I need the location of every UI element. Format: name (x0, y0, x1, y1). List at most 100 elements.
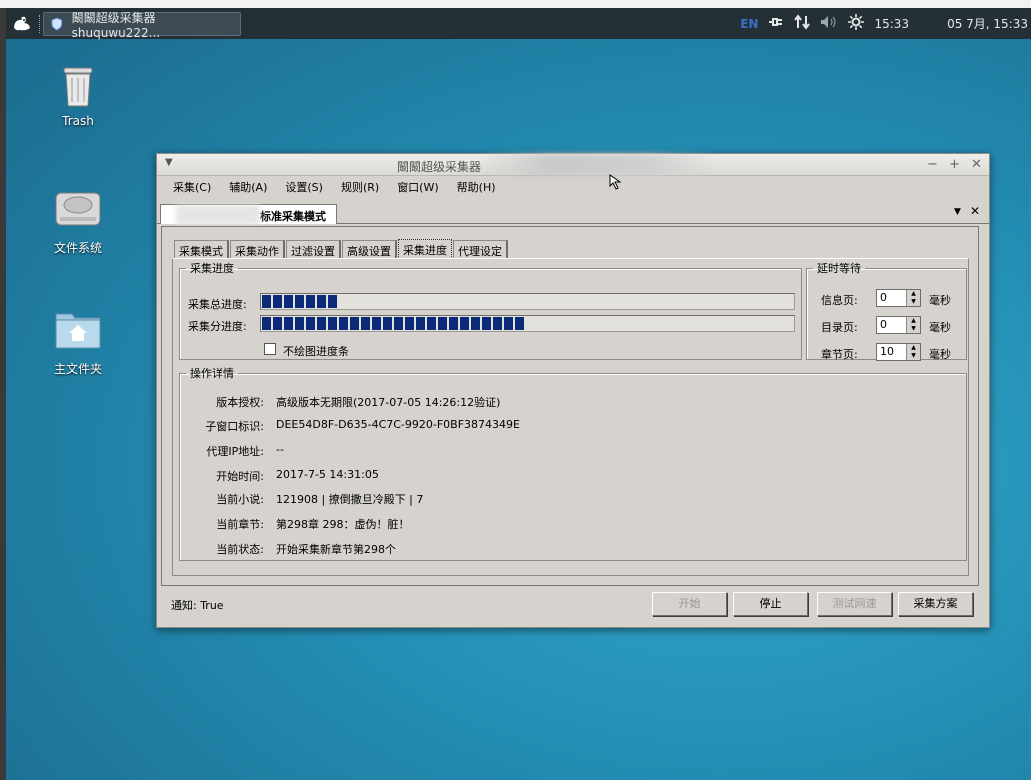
progress-group: 采集进度 采集总进度: 采集分进度: 不绘图进度条 (179, 260, 802, 360)
desktop-icon-trash[interactable]: Trash (33, 62, 123, 128)
tab-advanced-settings[interactable]: 高级设置 (342, 240, 397, 259)
progress-segment (416, 317, 425, 330)
spin-arrows-icon[interactable]: ▲ ▼ (906, 290, 920, 306)
info-page-unit: 毫秒 (929, 294, 951, 307)
menu-rules[interactable]: 规则(R) (341, 179, 379, 195)
spin-arrows-icon[interactable]: ▲ ▼ (906, 344, 920, 360)
drive-icon (54, 187, 102, 235)
catalog-page-unit: 毫秒 (929, 321, 951, 334)
catalog-page-delay-input[interactable]: 0 ▲ ▼ (876, 316, 921, 334)
progress-segment (284, 317, 293, 330)
tab-filter-settings[interactable]: 过滤设置 (286, 240, 341, 259)
total-progress-label: 采集总进度: (188, 298, 247, 311)
volume-icon[interactable] (820, 15, 838, 32)
subwindow-id-label: 子窗口标识: (205, 420, 264, 433)
app-window: ▼ 闞闞超级采集器 − + ✕ 采集(C) 辅助(A) 设置(S) 规则(R) … (156, 153, 990, 628)
sub-progress-fill (262, 317, 526, 330)
menu-settings[interactable]: 设置(S) (285, 179, 323, 195)
proxy-ip-value: -- (276, 443, 284, 456)
tab-collect-action[interactable]: 采集动作 (230, 240, 285, 259)
progress-segment (438, 317, 447, 330)
chapter-page-label: 章节页: (821, 348, 858, 361)
progress-segment (306, 295, 315, 308)
progress-segment (427, 317, 436, 330)
catalog-page-label: 目录页: (821, 321, 858, 334)
blurred-region (479, 154, 719, 176)
close-tab-icon[interactable]: ✕ (970, 204, 980, 218)
chapter-page-delay-input[interactable]: 10 ▲ ▼ (876, 343, 921, 361)
start-time-label: 开始时间: (216, 470, 264, 483)
blurred-region (176, 205, 260, 225)
license-value: 高级版本无期限(2017-07-05 14:26:12验证) (276, 396, 501, 409)
delay-group-title: 延时等待 (817, 262, 861, 275)
progress-segment (306, 317, 315, 330)
tab-list-dropdown-icon[interactable]: ▼ (954, 207, 961, 217)
progress-segment (339, 317, 348, 330)
panel-separator (39, 15, 41, 33)
menu-window[interactable]: 窗口(W) (397, 179, 438, 195)
tab-collect-mode[interactable]: 采集模式 (174, 240, 229, 259)
current-chapter-value: 第298章 298：虚伪！脏！ (276, 518, 410, 531)
maximize-icon[interactable]: + (949, 157, 960, 172)
progress-segment (471, 317, 480, 330)
tab-proxy-settings[interactable]: 代理设定 (453, 240, 508, 259)
current-novel-value: 121908 | 撩倒撒旦冷殿下 | 7 (276, 493, 424, 506)
current-status-value: 开始采集新章节第298个 (276, 543, 396, 556)
status-text: 通知: True (171, 599, 224, 612)
window-titlebar[interactable]: ▼ 闞闞超级采集器 − + ✕ (157, 154, 989, 176)
progress-segment (317, 295, 326, 308)
settings-sun-icon[interactable] (848, 14, 865, 33)
home-folder-icon (54, 308, 102, 356)
panel-clock[interactable]: 15:33 (874, 17, 909, 31)
top-panel: 闞闞超级采集器shuquwu222... EN 15:33 05 7月, 15:… (6, 8, 1031, 40)
progress-segment (284, 295, 293, 308)
keyboard-layout-indicator[interactable]: EN (740, 17, 758, 31)
start-time-value: 2017-7-5 14:31:05 (276, 468, 379, 481)
details-group-title: 操作详情 (190, 367, 234, 380)
document-tab-label: 标准采集模式 (260, 210, 326, 223)
close-icon[interactable]: ✕ (971, 157, 982, 172)
total-progress-fill (262, 295, 339, 308)
progress-segment (273, 295, 282, 308)
menu-collect[interactable]: 采集(C) (173, 179, 211, 195)
settings-tabs: 采集模式 采集动作 过滤设置 高级设置 采集进度 代理设定 (174, 239, 509, 259)
progress-segment (317, 317, 326, 330)
spin-arrows-icon[interactable]: ▲ ▼ (906, 317, 920, 333)
start-button[interactable]: 开始 (652, 592, 727, 616)
tab-collect-progress[interactable]: 采集进度 (398, 239, 452, 259)
minimize-icon[interactable]: − (927, 157, 938, 172)
delay-group: 延时等待 信息页: 0 ▲ ▼ 毫秒 目录页: 0 ▲ ▼ 毫秒 章节页: 10 ▲ ▼ 毫… (806, 260, 967, 361)
menu-help[interactable]: 帮助(H) (457, 179, 496, 195)
proxy-ip-label: 代理IP地址: (206, 445, 264, 458)
no-draw-progress-checkbox[interactable] (264, 343, 276, 355)
progress-segment (482, 317, 491, 330)
progress-segment (350, 317, 359, 330)
test-speed-button[interactable]: 测试网速 (817, 592, 892, 616)
progress-group-title: 采集进度 (190, 262, 234, 275)
menu-assist[interactable]: 辅助(A) (229, 179, 267, 195)
panel-datetime[interactable]: 05 7月, 15:33 (947, 15, 1028, 32)
taskbar-window-title: 闞闞超级采集器shuquwu222... (71, 10, 161, 40)
taskbar-window-button[interactable]: 闞闞超级采集器shuquwu222... (43, 11, 241, 40)
power-plug-icon[interactable] (768, 15, 784, 32)
progress-segment (515, 317, 524, 330)
desktop-icon-home[interactable]: 主文件夹 (33, 308, 123, 377)
progress-segment (460, 317, 469, 330)
desktop-icon-label: Trash (62, 114, 94, 128)
menu-bar: 采集(C) 辅助(A) 设置(S) 规则(R) 窗口(W) 帮助(H) (157, 177, 989, 197)
progress-segment (295, 317, 304, 330)
info-page-delay-input[interactable]: 0 ▲ ▼ (876, 289, 921, 307)
info-page-delay-value: 0 (880, 291, 887, 304)
app-menu-icon[interactable] (12, 15, 32, 33)
network-updown-icon[interactable] (794, 14, 811, 33)
progress-segment (504, 317, 513, 330)
document-tab-row: 标准采集模式 ▼ ✕ (157, 202, 989, 225)
document-tab[interactable]: 标准采集模式 (160, 204, 337, 225)
window-menu-icon[interactable]: ▼ (165, 157, 173, 168)
collection-plan-button[interactable]: 采集方案 (898, 592, 973, 616)
stop-button[interactable]: 停止 (733, 592, 808, 616)
chapter-page-delay-value: 10 (880, 345, 894, 358)
desktop-icon-filesystem[interactable]: 文件系统 (33, 187, 123, 256)
progress-segment (361, 317, 370, 330)
sub-progress-label: 采集分进度: (188, 320, 247, 333)
